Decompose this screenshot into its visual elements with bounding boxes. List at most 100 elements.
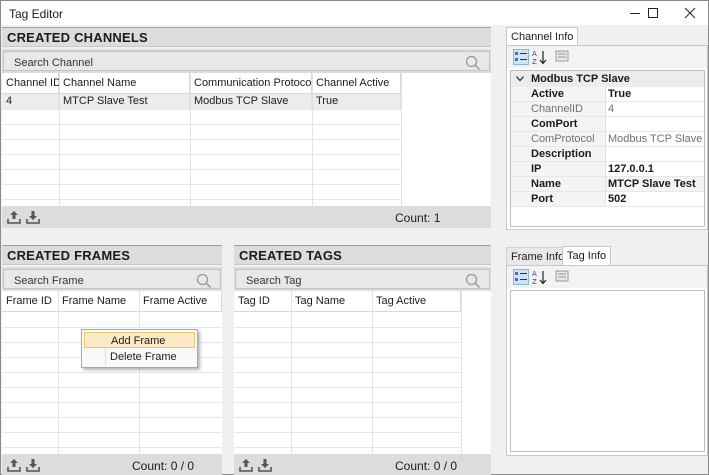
upload-icon[interactable] (7, 458, 21, 472)
grid-line (2, 432, 222, 433)
property-pages-icon (555, 50, 569, 62)
grid-line (2, 372, 222, 373)
grid-line (234, 342, 461, 343)
col-frame-id[interactable]: Frame ID (2, 291, 58, 312)
property-value: 127.0.0.1 (606, 162, 704, 177)
property-value: 4 (606, 102, 704, 117)
property-row-description[interactable]: Description (511, 147, 704, 162)
frames-count: Count: 0 / 0 (132, 459, 195, 473)
grid-line (234, 372, 461, 373)
property-value: True (606, 87, 704, 102)
property-row-name[interactable]: Name MTCP Slave Test (511, 177, 704, 192)
svg-text:A: A (532, 270, 537, 278)
channel-search-input[interactable]: Search Channel (3, 51, 490, 71)
table-row[interactable]: 4 MTCP Slave Test Modbus TCP Slave True (2, 94, 401, 109)
search-icon[interactable] (465, 55, 481, 71)
grid-line (234, 357, 461, 358)
tag-editor-window: Tag Editor CREATED CHANNELS Search Chann… (0, 0, 709, 475)
tag-search-input[interactable]: Search Tag (235, 269, 490, 289)
property-name: ChannelID (511, 102, 606, 117)
property-row-port[interactable]: Port 502 (511, 192, 704, 207)
window-title: Tag Editor (9, 7, 64, 21)
frame-search-input[interactable]: Search Frame (3, 269, 221, 289)
frame-search-placeholder: Search Frame (14, 275, 84, 287)
grid-line (2, 184, 401, 185)
property-row-comport[interactable]: ComPort (511, 117, 704, 132)
download-icon[interactable] (26, 210, 40, 224)
title-bar: Tag Editor (1, 1, 708, 25)
property-row-channelid[interactable]: ChannelID 4 (511, 102, 704, 117)
tab-frame-info[interactable]: Frame Info (506, 247, 570, 266)
property-row-comprotocol[interactable]: ComProtocol Modbus TCP Slave (511, 132, 704, 147)
tags-header: CREATED TAGS (234, 245, 491, 265)
grid-line (234, 447, 461, 448)
property-grid-empty (510, 290, 705, 452)
categorized-button[interactable] (513, 269, 529, 285)
frames-footer: Count: 0 / 0 (2, 454, 222, 475)
category-modbus-tcp-slave[interactable]: Modbus TCP Slave (511, 71, 704, 87)
property-value (606, 117, 704, 132)
grid-line (2, 327, 222, 328)
grid-line (234, 402, 461, 403)
svg-text:Z: Z (532, 58, 537, 65)
close-button[interactable] (672, 1, 708, 25)
property-name: Name (511, 177, 606, 192)
property-pages-button[interactable] (555, 269, 571, 285)
menu-item-add-frame[interactable]: Add Frame (84, 332, 195, 348)
download-icon[interactable] (258, 458, 272, 472)
categorized-icon (515, 272, 527, 281)
grid-line (2, 447, 222, 448)
tab-channel-info[interactable]: Channel Info (506, 27, 579, 46)
categorized-button[interactable] (513, 49, 529, 65)
property-value: 502 (606, 192, 704, 207)
grid-line (234, 432, 461, 433)
tag-search-placeholder: Search Tag (246, 275, 302, 287)
property-pages-icon (555, 270, 569, 282)
upload-icon[interactable] (239, 458, 253, 472)
col-frame-name[interactable]: Frame Name (58, 291, 139, 312)
grid-line (2, 169, 401, 170)
property-pages-button[interactable] (555, 49, 571, 65)
tab-tag-info[interactable]: Tag Info (562, 246, 612, 266)
tags-grid: Tag ID Tag Name Tag Active (234, 291, 491, 454)
alphabetical-button[interactable]: AZ (532, 49, 548, 66)
property-row-active[interactable]: Active True (511, 87, 704, 102)
search-icon[interactable] (196, 273, 212, 289)
grid-line (2, 417, 222, 418)
property-name: Description (511, 147, 606, 162)
tag-search-bar: Search Tag (234, 267, 491, 291)
maximize-button[interactable] (635, 1, 671, 25)
col-channel-name[interactable]: Channel Name (59, 73, 190, 94)
channels-footer: Count: 1 (2, 206, 491, 228)
cell-communication-protocol: Modbus TCP Slave (190, 94, 312, 109)
col-communication-protocol[interactable]: Communication Protocol (190, 73, 314, 94)
menu-item-delete-frame[interactable]: Delete Frame (84, 349, 195, 365)
sort-alpha-icon: AZ (532, 50, 547, 66)
cell-channel-active: True (312, 94, 401, 109)
property-toolbar: AZ (507, 46, 707, 68)
col-tag-active[interactable]: Tag Active (372, 291, 461, 312)
property-row-ip[interactable]: IP 127.0.0.1 (511, 162, 704, 177)
col-frame-active[interactable]: Frame Active (139, 291, 222, 312)
search-icon[interactable] (465, 273, 481, 289)
sort-alpha-icon: AZ (532, 270, 547, 286)
category-label: Modbus TCP Slave (531, 73, 630, 85)
grid-line (461, 291, 462, 454)
frame-context-menu: Add Frame Delete Frame (81, 329, 198, 368)
col-channel-active[interactable]: Channel Active (312, 73, 401, 94)
alphabetical-button[interactable]: AZ (532, 269, 548, 286)
grid-line (2, 387, 222, 388)
download-icon[interactable] (26, 458, 40, 472)
property-value: MTCP Slave Test (606, 177, 704, 192)
cell-channel-name: MTCP Slave Test (59, 94, 190, 109)
col-tag-name[interactable]: Tag Name (291, 291, 372, 312)
maximize-icon (648, 8, 658, 18)
grid-line (234, 327, 461, 328)
property-value: Modbus TCP Slave (606, 133, 704, 147)
channels-grid: Channel ID Channel Name Communication Pr… (2, 73, 491, 206)
col-tag-id[interactable]: Tag ID (234, 291, 291, 312)
upload-icon[interactable] (7, 210, 21, 224)
grid-line (2, 199, 401, 200)
col-channel-id[interactable]: Channel ID (2, 73, 61, 94)
property-name: Active (511, 87, 606, 102)
